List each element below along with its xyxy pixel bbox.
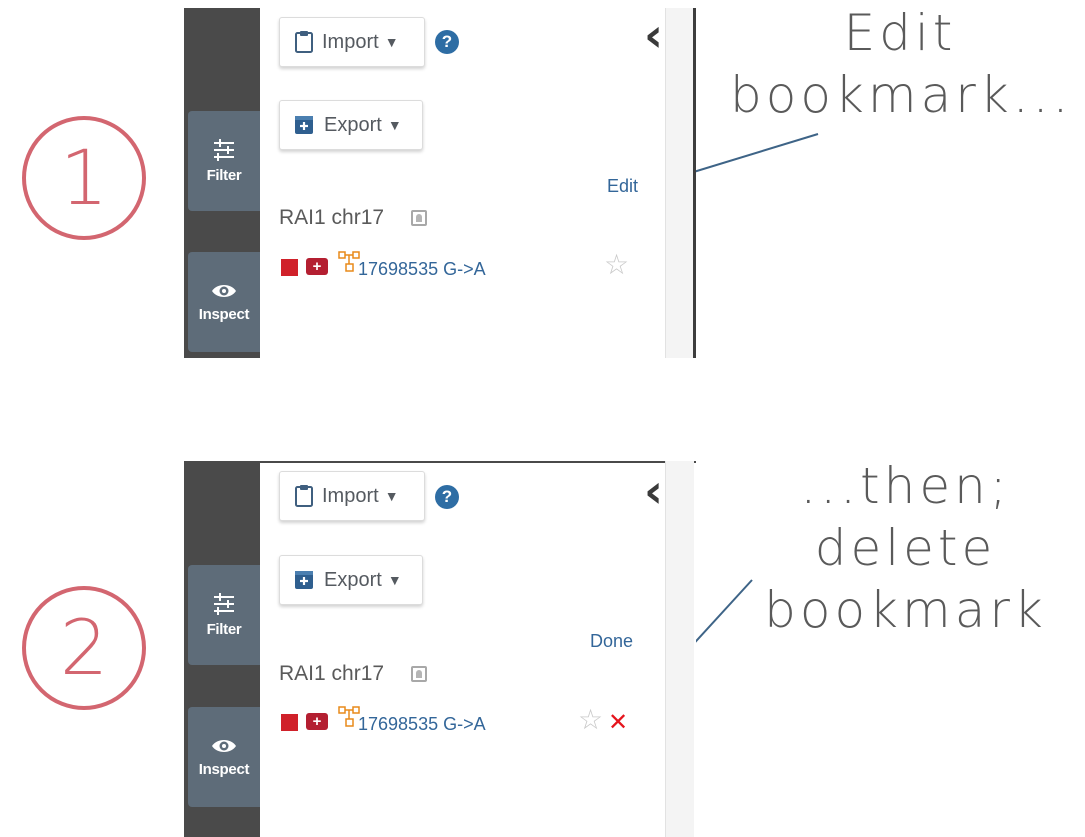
filter-label: Filter <box>206 166 242 184</box>
panel-step-2: Filter Inspect Import ▼ ? Export ▼ ‹ Don… <box>184 461 696 837</box>
export-icon <box>295 116 313 134</box>
filter-label: Filter <box>206 620 242 638</box>
chevron-down-icon: ▼ <box>387 572 402 588</box>
chevron-left-icon[interactable]: ‹ <box>644 464 663 518</box>
export-icon <box>295 571 313 589</box>
collapse-strip <box>665 8 694 358</box>
help-symbol: ? <box>441 487 453 506</box>
import-button[interactable]: Import ▼ <box>279 471 425 521</box>
filter-sliders-icon <box>214 592 234 615</box>
help-icon[interactable]: ? <box>435 30 459 54</box>
help-symbol: ? <box>441 32 453 51</box>
inspect-label: Inspect <box>198 305 250 323</box>
panel-border <box>693 8 696 358</box>
person-card-icon[interactable] <box>411 666 427 682</box>
help-icon[interactable]: ? <box>435 485 459 509</box>
star-icon[interactable]: ☆ <box>578 706 603 734</box>
medical-kit-icon: + <box>306 713 328 730</box>
chevron-down-icon: ▼ <box>384 488 399 504</box>
export-button[interactable]: Export ▼ <box>279 100 423 150</box>
chevron-down-icon: ▼ <box>387 117 402 133</box>
collapse-strip <box>665 461 694 837</box>
clipboard-icon <box>295 31 313 53</box>
medical-kit-icon: + <box>306 258 328 275</box>
star-icon[interactable]: ☆ <box>604 251 629 279</box>
red-square-icon <box>281 259 298 276</box>
import-button[interactable]: Import ▼ <box>279 17 425 67</box>
inspect-label: Inspect <box>198 760 250 778</box>
edit-link[interactable]: Edit <box>607 176 638 197</box>
variant-link[interactable]: 17698535 G->A <box>358 259 486 280</box>
done-link[interactable]: Done <box>590 631 633 652</box>
panel-step-1: Filter Inspect Import ▼ ? Export ▼ ‹ Edi… <box>184 8 696 358</box>
import-label: Import <box>322 30 379 53</box>
eye-icon <box>212 284 236 297</box>
inspect-button[interactable]: Inspect <box>188 707 260 807</box>
inspect-button[interactable]: Inspect <box>188 252 260 352</box>
clipboard-icon <box>295 485 313 507</box>
export-label: Export <box>324 568 382 591</box>
export-button[interactable]: Export ▼ <box>279 555 423 605</box>
chevron-down-icon: ▼ <box>384 34 399 50</box>
filter-button[interactable]: Filter <box>188 565 260 665</box>
bookmark-title: RAI1 chr17 <box>279 662 385 685</box>
export-label: Export <box>324 113 382 136</box>
bookmark-title: RAI1 chr17 <box>279 206 385 229</box>
chevron-left-icon[interactable]: ‹ <box>644 8 663 62</box>
person-card-icon[interactable] <box>411 210 427 226</box>
eye-icon <box>212 739 236 752</box>
red-square-icon <box>281 714 298 731</box>
variant-link[interactable]: 17698535 G->A <box>358 714 486 735</box>
delete-x-icon[interactable]: ✕ <box>608 710 628 734</box>
panel-top-border <box>184 461 696 463</box>
filter-button[interactable]: Filter <box>188 111 260 211</box>
filter-sliders-icon <box>214 138 234 161</box>
import-label: Import <box>322 484 379 507</box>
